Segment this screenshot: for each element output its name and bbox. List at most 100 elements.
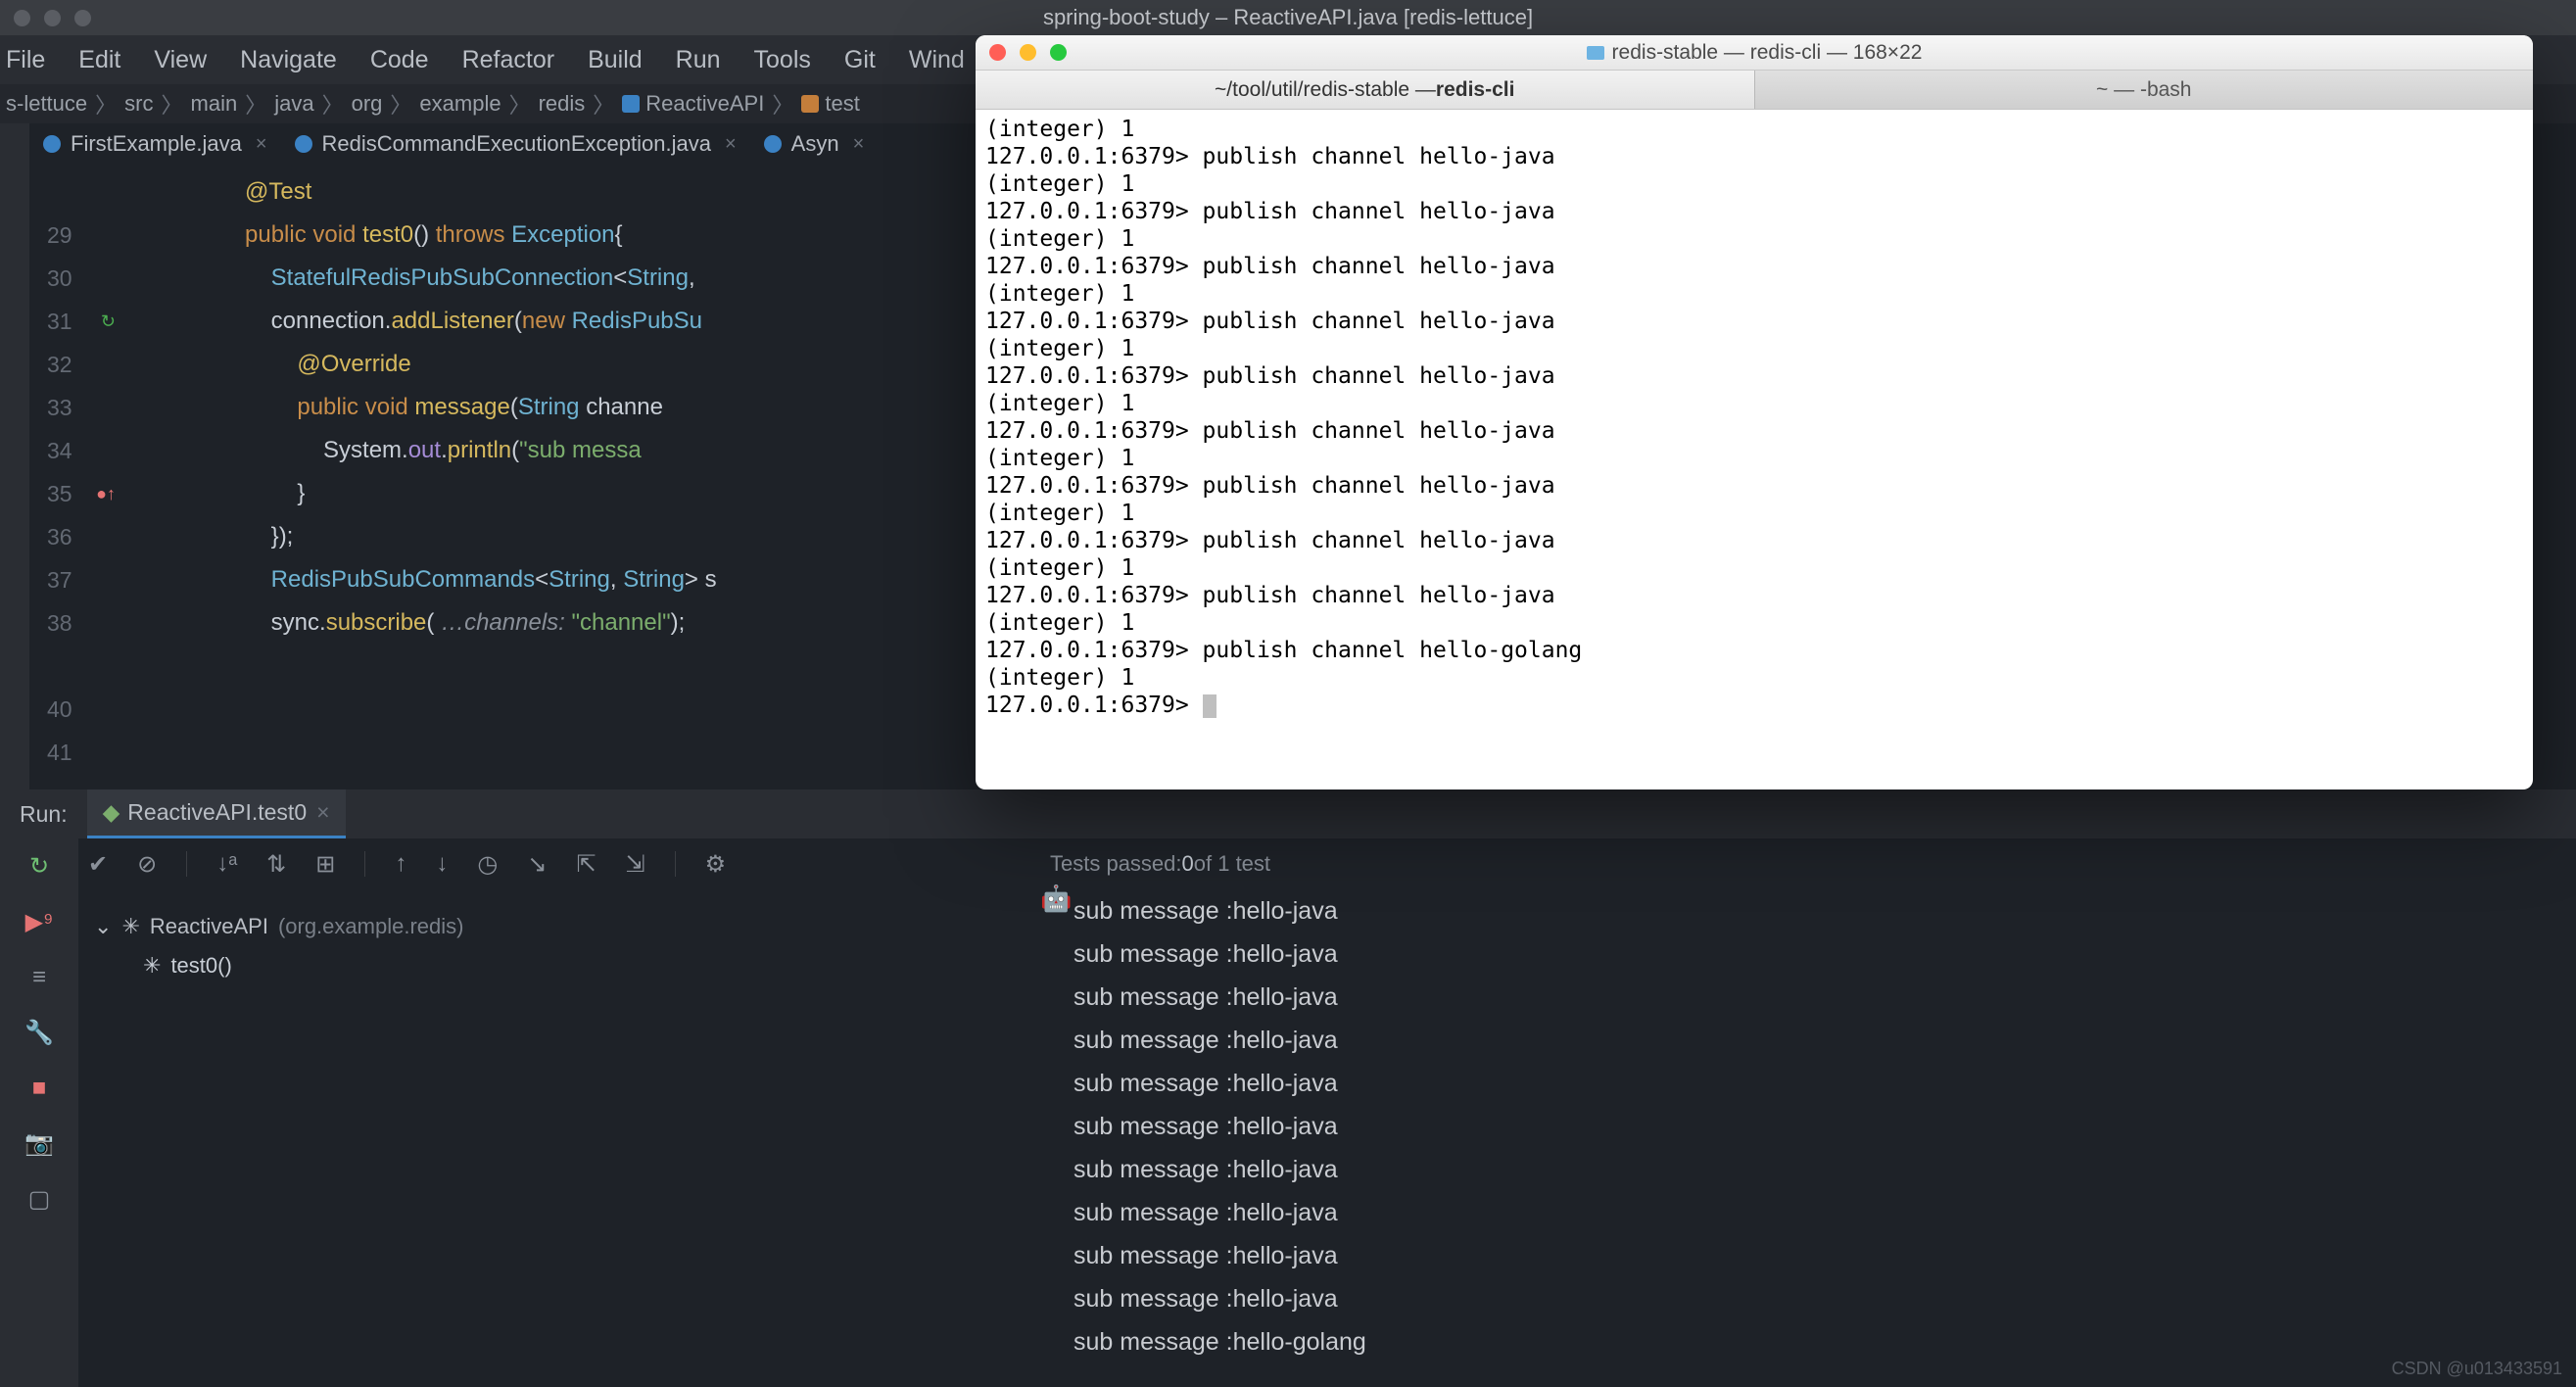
close-icon[interactable]: × <box>853 133 865 156</box>
crumb-org[interactable]: org <box>352 91 383 117</box>
run-tab-label: ReactiveAPI.test0 <box>127 799 307 826</box>
down-icon[interactable]: ↓ <box>436 850 448 878</box>
filter-icon[interactable]: ⇅ <box>266 850 286 879</box>
ide-traffic-lights <box>14 10 91 26</box>
spinner-icon: ✳ <box>121 914 139 939</box>
line-number[interactable] <box>29 645 137 688</box>
line-number[interactable]: 30 <box>29 257 137 300</box>
terminal-window: redis-stable — redis-cli — 168×22 ~/tool… <box>976 35 2533 789</box>
menu-tools[interactable]: Tools <box>752 46 813 74</box>
close-icon[interactable]: × <box>725 133 737 156</box>
sort-icon[interactable]: ↓ᵃ <box>216 850 237 878</box>
menu-git[interactable]: Git <box>842 46 878 74</box>
import-icon[interactable]: ↘ <box>527 850 547 879</box>
tree-item-label: test0() <box>170 953 231 979</box>
terminal-titlebar: redis-stable — redis-cli — 168×22 <box>976 35 2533 71</box>
crumb-src[interactable]: src <box>124 91 153 117</box>
crumb-java[interactable]: java <box>274 91 313 117</box>
line-number[interactable]: 34 <box>29 429 137 472</box>
crumb-example[interactable]: example <box>419 91 501 117</box>
line-number[interactable]: 35●↑ <box>29 472 137 515</box>
close-icon[interactable]: × <box>316 799 329 826</box>
line-number[interactable] <box>29 170 137 214</box>
crumb-s-lettuce[interactable]: s-lettuce <box>6 91 87 117</box>
line-number[interactable]: 38 <box>29 601 137 645</box>
line-number[interactable]: 32 <box>29 343 137 386</box>
menu-code[interactable]: Code <box>368 46 431 74</box>
console-line: sub message :hello-java <box>1073 1062 2576 1105</box>
gear-icon[interactable]: ⚙ <box>705 850 727 879</box>
term-min-dot[interactable] <box>1020 44 1036 61</box>
run-panel-tabbar: Run: ◆ ReactiveAPI.test0 × <box>0 789 2576 838</box>
gutter-mark-icon[interactable]: ↻ <box>101 311 116 332</box>
crumb-redis[interactable]: redis <box>539 91 586 117</box>
tree-item-row[interactable]: ✳ test0() <box>84 946 1025 985</box>
crumb-test[interactable]: test <box>825 91 859 117</box>
ide-titlebar: spring-boot-study – ReactiveAPI.java [re… <box>0 0 2576 35</box>
menu-view[interactable]: View <box>152 46 209 74</box>
tree-icon[interactable]: ⊞ <box>315 850 335 879</box>
tree-root-pkg: (org.example.redis) <box>278 914 464 939</box>
line-number[interactable]: 29 <box>29 214 137 257</box>
crumb-main[interactable]: main <box>191 91 238 117</box>
watermark: CSDN @u013433591 <box>2392 1359 2562 1379</box>
console-line: sub message :hello-golang <box>1073 1320 2576 1363</box>
stop-icon[interactable]: ■ <box>32 1075 47 1102</box>
step-icon[interactable]: ≡ <box>32 964 46 991</box>
line-number[interactable]: 40 <box>29 688 137 731</box>
rerun-icon[interactable]: ↻ <box>29 852 49 881</box>
close-dot[interactable] <box>14 10 30 26</box>
editor-gutter: 293031↻32333435●↑363738 4041 <box>29 165 137 780</box>
terminal-tab-active[interactable]: ~/tool/util/redis-stable — redis-cli <box>976 71 1754 109</box>
term-max-dot[interactable] <box>1050 44 1067 61</box>
menu-edit[interactable]: Edit <box>76 46 122 74</box>
max-dot[interactable] <box>74 10 91 26</box>
history-icon[interactable]: ◷ <box>477 850 498 879</box>
gutter-mark-icon[interactable]: ●↑ <box>96 484 116 504</box>
close-icon[interactable]: × <box>256 133 267 156</box>
menu-file[interactable]: File <box>4 46 47 74</box>
line-number[interactable]: 37 <box>29 558 137 601</box>
term-close-dot[interactable] <box>989 44 1006 61</box>
editor-tab[interactable]: RedisCommandExecutionException.java× <box>281 123 750 165</box>
test-tree[interactable]: ⌄ ✳ ReactiveAPI (org.example.redis) ✳ te… <box>84 897 1025 1387</box>
min-dot[interactable] <box>44 10 61 26</box>
run-label: Run: <box>0 801 87 828</box>
menu-navigate[interactable]: Navigate <box>238 46 339 74</box>
tree-root-row[interactable]: ⌄ ✳ ReactiveAPI (org.example.redis) <box>84 907 1025 946</box>
chevron-down-icon[interactable]: ⌄ <box>94 914 112 939</box>
crumb-ReactiveAPI[interactable]: ReactiveAPI <box>645 91 764 117</box>
line-number[interactable]: 36 <box>29 515 137 558</box>
console-line: sub message :hello-java <box>1073 1191 2576 1234</box>
export2-icon[interactable]: ⇲ <box>626 850 645 879</box>
tree-root-label: ReactiveAPI <box>150 914 268 939</box>
menu-build[interactable]: Build <box>586 46 644 74</box>
tests-status: Tests passed: 0 of 1 test <box>1038 838 2576 889</box>
line-number[interactable]: 41 <box>29 731 137 774</box>
terminal-title: redis-stable — redis-cli — 168×22 <box>1612 41 1923 65</box>
menu-run[interactable]: Run <box>674 46 723 74</box>
menu-refactor[interactable]: Refactor <box>460 46 556 74</box>
line-number[interactable]: 33 <box>29 386 137 429</box>
ban-icon[interactable]: ⊘ <box>137 850 157 879</box>
java-file-icon <box>764 135 782 153</box>
spinner-icon: ✳ <box>143 953 161 979</box>
editor-tab[interactable]: FirstExample.java× <box>29 123 281 165</box>
check-icon[interactable]: ✔ <box>88 850 108 879</box>
terminal-body[interactable]: (integer) 1 127.0.0.1:6379> publish chan… <box>976 110 2533 725</box>
camera-icon[interactable]: 📷 <box>24 1129 54 1158</box>
wrench-icon[interactable]: 🔧 <box>24 1019 54 1047</box>
layout-icon[interactable]: ▢ <box>28 1185 51 1214</box>
test-console[interactable]: Tests passed: 0 of 1 test 🤖 sub message … <box>1038 838 2576 1387</box>
run-tab[interactable]: ◆ ReactiveAPI.test0 × <box>87 789 346 838</box>
terminal-cursor <box>1203 694 1216 718</box>
run-debug-icon[interactable]: ▶⁹ <box>25 908 54 936</box>
up-icon[interactable]: ↑ <box>395 850 406 878</box>
console-line: sub message :hello-java <box>1073 1234 2576 1277</box>
line-number[interactable]: 31↻ <box>29 300 137 343</box>
export-icon[interactable]: ⇱ <box>576 850 596 879</box>
terminal-tab-inactive[interactable]: ~ — -bash <box>1754 71 2534 109</box>
console-line: sub message :hello-java <box>1073 889 2576 933</box>
editor-tab[interactable]: Asyn× <box>750 123 879 165</box>
menu-wind[interactable]: Wind <box>907 46 967 74</box>
